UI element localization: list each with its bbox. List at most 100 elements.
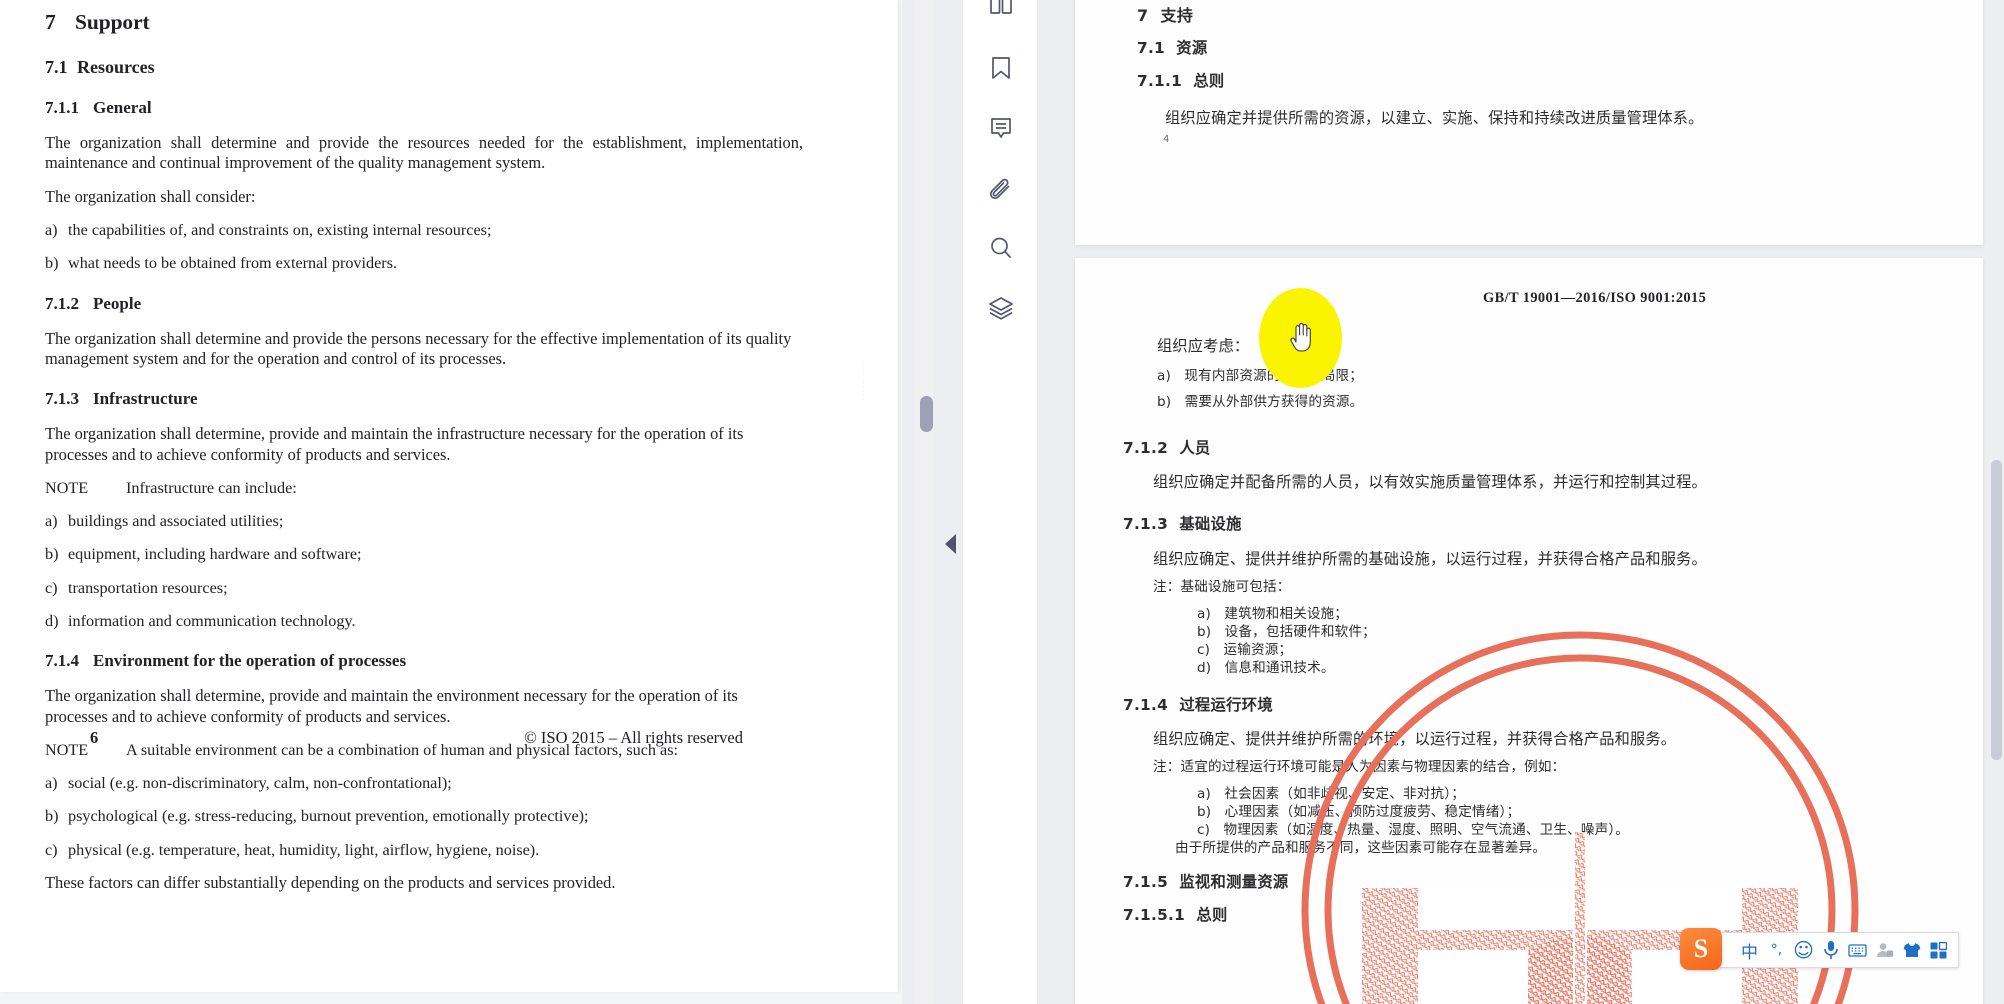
heading-number: 7.1.4: [45, 651, 79, 671]
ime-emoji-icon[interactable]: ☺: [1790, 935, 1817, 965]
sogou-ime-toolbar: 中 °, ☺: [1697, 932, 1959, 968]
cn-heading-712: 7.1.2 人员: [1123, 436, 1211, 458]
cn-note-713: 注：基础设施可包括：: [1153, 579, 1291, 595]
heading-text: Infrastructure: [93, 389, 198, 409]
cn-heading-711: 7.1.1 总则: [1137, 69, 1225, 91]
left-pane-scrollbar-thumb[interactable]: [920, 396, 933, 432]
chinese-page-2-body: GB/T 19001—2016/ISO 9001:2015 组织应考虑： a) …: [1075, 258, 1983, 1004]
cn-heading-7: 7 支持: [1137, 2, 1193, 26]
keyboard-icon: [1848, 944, 1867, 957]
cn-heading-text: 监视和测量资源: [1179, 873, 1289, 891]
cn-list-item: a) 社会因素（如非歧视、安定、非对抗）；: [1197, 782, 1465, 802]
ime-toolbox-icon[interactable]: [1925, 935, 1952, 965]
ime-soft-keyboard-icon[interactable]: [1844, 935, 1871, 965]
heading-7-support: 7 Support: [45, 10, 803, 35]
list-label: c): [45, 840, 58, 859]
cn-heading-715: 7.1.5 监视和测量资源: [1123, 870, 1289, 892]
attachment-icon: [989, 178, 1010, 200]
bookmark-icon-button[interactable]: [976, 43, 1026, 93]
layers-icon-button[interactable]: [976, 283, 1026, 333]
heading-714-environment: 7.1.4 Environment for the operation of pr…: [45, 651, 803, 671]
ime-voice-input-icon[interactable]: [1817, 935, 1844, 965]
note-text: Infrastructure can include:: [126, 478, 297, 497]
list-text: psychological (e.g. stress-reducing, bur…: [68, 807, 589, 826]
bookmark-icon: [992, 57, 1010, 79]
page-view-icon-button[interactable]: [976, 0, 1026, 38]
list-item: c) transportation resources;: [45, 578, 803, 598]
cn-heading-text: 基础设施: [1179, 515, 1242, 533]
attachment-icon-button[interactable]: [976, 163, 1026, 213]
cn-heading-text: 资源: [1176, 39, 1208, 57]
ime-punctuation-toggle[interactable]: °,: [1763, 935, 1790, 965]
cn-list-item: c) 物理因素（如温度、热量、湿度、照明、空气流通、卫生、噪声）。: [1197, 818, 1629, 838]
cn-list-label: b): [1157, 394, 1172, 410]
ime-skin-icon[interactable]: [1898, 935, 1925, 965]
list-text: information and communication technology…: [68, 611, 356, 630]
list-label: c): [45, 578, 58, 597]
right-pane-scrollbar-thumb[interactable]: [1991, 460, 2002, 760]
list-item: b) equipment, including hardware and sof…: [45, 544, 803, 564]
heading-text: Support: [75, 10, 150, 34]
cn-paragraph-711: 组织应确定并提供所需的资源，以建立、实施、保持和持续改进质量管理体系。: [1165, 109, 1704, 127]
heading-number: 7.1.3: [45, 389, 79, 409]
list-text: equipment, including hardware and softwa…: [68, 545, 362, 564]
cn-heading-number: 7.1.5.1: [1123, 906, 1186, 924]
chevron-left-icon: [944, 534, 956, 554]
cn-list-text: 需要从外部供方获得的资源。: [1184, 394, 1364, 410]
list-item: c) physical (e.g. temperature, heat, hum…: [45, 840, 803, 860]
cn-heading-text: 人员: [1179, 439, 1211, 457]
shirt-icon: [1903, 943, 1920, 957]
heading-712-people: 7.1.2 People: [45, 294, 803, 314]
list-text: buildings and associated utilities;: [68, 512, 284, 531]
cn-heading-7151: 7.1.5.1 总则: [1123, 903, 1228, 925]
chinese-document-page-2: GB/T 19001—2016/ISO 9001:2015 组织应考虑： a) …: [1075, 258, 1983, 1004]
list-item: a) the capabilities of, and constraints …: [45, 220, 803, 240]
list-label: b): [45, 807, 59, 826]
list-label: a): [45, 512, 58, 531]
chinese-page-1-body: 7 支持 7.1 资源 7.1.1 总则 组织应确定并提供所需的资源，以建立、实…: [1075, 0, 1983, 245]
paragraph-713: The organization shall determine, provid…: [45, 424, 744, 464]
cn-list-item: b) 需要从外部供方获得的资源。: [1157, 390, 1363, 410]
cn-heading-number: 7: [1137, 6, 1149, 25]
cn-list-item: d) 信息和通讯技术。: [1197, 656, 1335, 676]
cn-heading-71: 7.1 资源: [1137, 36, 1207, 58]
paragraph-712: The organization shall determine and pro…: [45, 328, 792, 368]
ime-account-icon[interactable]: [1871, 935, 1898, 965]
note-label: NOTE: [45, 478, 89, 497]
collapse-left-pane-button[interactable]: [940, 532, 960, 556]
ime-language-mode-toggle[interactable]: 中: [1736, 935, 1763, 965]
sogou-logo-icon[interactable]: S: [1680, 928, 1722, 970]
cn-list-item: c) 运输资源；: [1197, 638, 1292, 658]
cn-page-number: 4: [1163, 134, 1170, 145]
heading-number: 7.1.2: [45, 293, 79, 313]
list-label: a): [45, 221, 58, 240]
apps-grid-icon: [1930, 941, 1947, 958]
microphone-icon: [1823, 941, 1838, 959]
paragraph-711-2: The organization shall consider:: [45, 186, 256, 206]
heading-number: 7: [45, 10, 56, 34]
search-icon-button[interactable]: [976, 223, 1026, 273]
cn-heading-text: 过程运行环境: [1179, 696, 1273, 714]
cn-list-item: b) 心理因素（如减压、预防过度疲劳、稳定情绪）；: [1197, 800, 1520, 820]
list-text: what needs to be obtained from external …: [68, 254, 398, 273]
heading-number: 7.1: [45, 57, 68, 77]
cn-heading-number: 7.1: [1137, 39, 1165, 57]
left-document-pane[interactable]: 7 Support 7.1 Resources 7.1.1 General The o…: [0, 0, 902, 1004]
cn-note-714: 注：适宜的过程运行环境可能是人为因素与物理因素的结合，例如：: [1153, 759, 1566, 775]
chinese-document-page-1: 7 支持 7.1 资源 7.1.1 总则 组织应确定并提供所需的资源，以建立、实…: [1075, 0, 1983, 245]
cn-heading-number: 7.1.5: [1123, 873, 1169, 891]
list-item: a) social (e.g. non-discriminatory, calm…: [45, 773, 803, 793]
cn-heading-number: 7.1.2: [1123, 439, 1169, 457]
comment-icon: [991, 118, 1011, 138]
left-pane-scrollbar-track[interactable]: [915, 0, 933, 1004]
cn-list-label: a): [1157, 368, 1171, 384]
cn-paragraph-713: 组织应确定、提供并维护所需的基础设施，以运行过程，并获得合格产品和服务。: [1153, 550, 1707, 568]
comment-icon-button[interactable]: [976, 103, 1026, 153]
cn-paragraph-714-closing: 由于所提供的产品和服务不同，这些因素可能存在显著差异。: [1175, 840, 1547, 856]
cn-heading-text: 总则: [1196, 906, 1228, 924]
page-footer: 6 © ISO 2015 – All rights reserved: [90, 728, 743, 748]
paragraph-714: The organization shall determine, provid…: [45, 686, 738, 726]
right-document-pane[interactable]: 7 支持 7.1 资源 7.1.1 总则 组织应确定并提供所需的资源，以建立、实…: [1040, 0, 2004, 1004]
cn-paragraph-712: 组织应确定并配备所需的人员，以有效实施质量管理体系，并运行和控制其过程。: [1153, 473, 1707, 491]
heading-number: 7.1.1: [45, 98, 79, 117]
